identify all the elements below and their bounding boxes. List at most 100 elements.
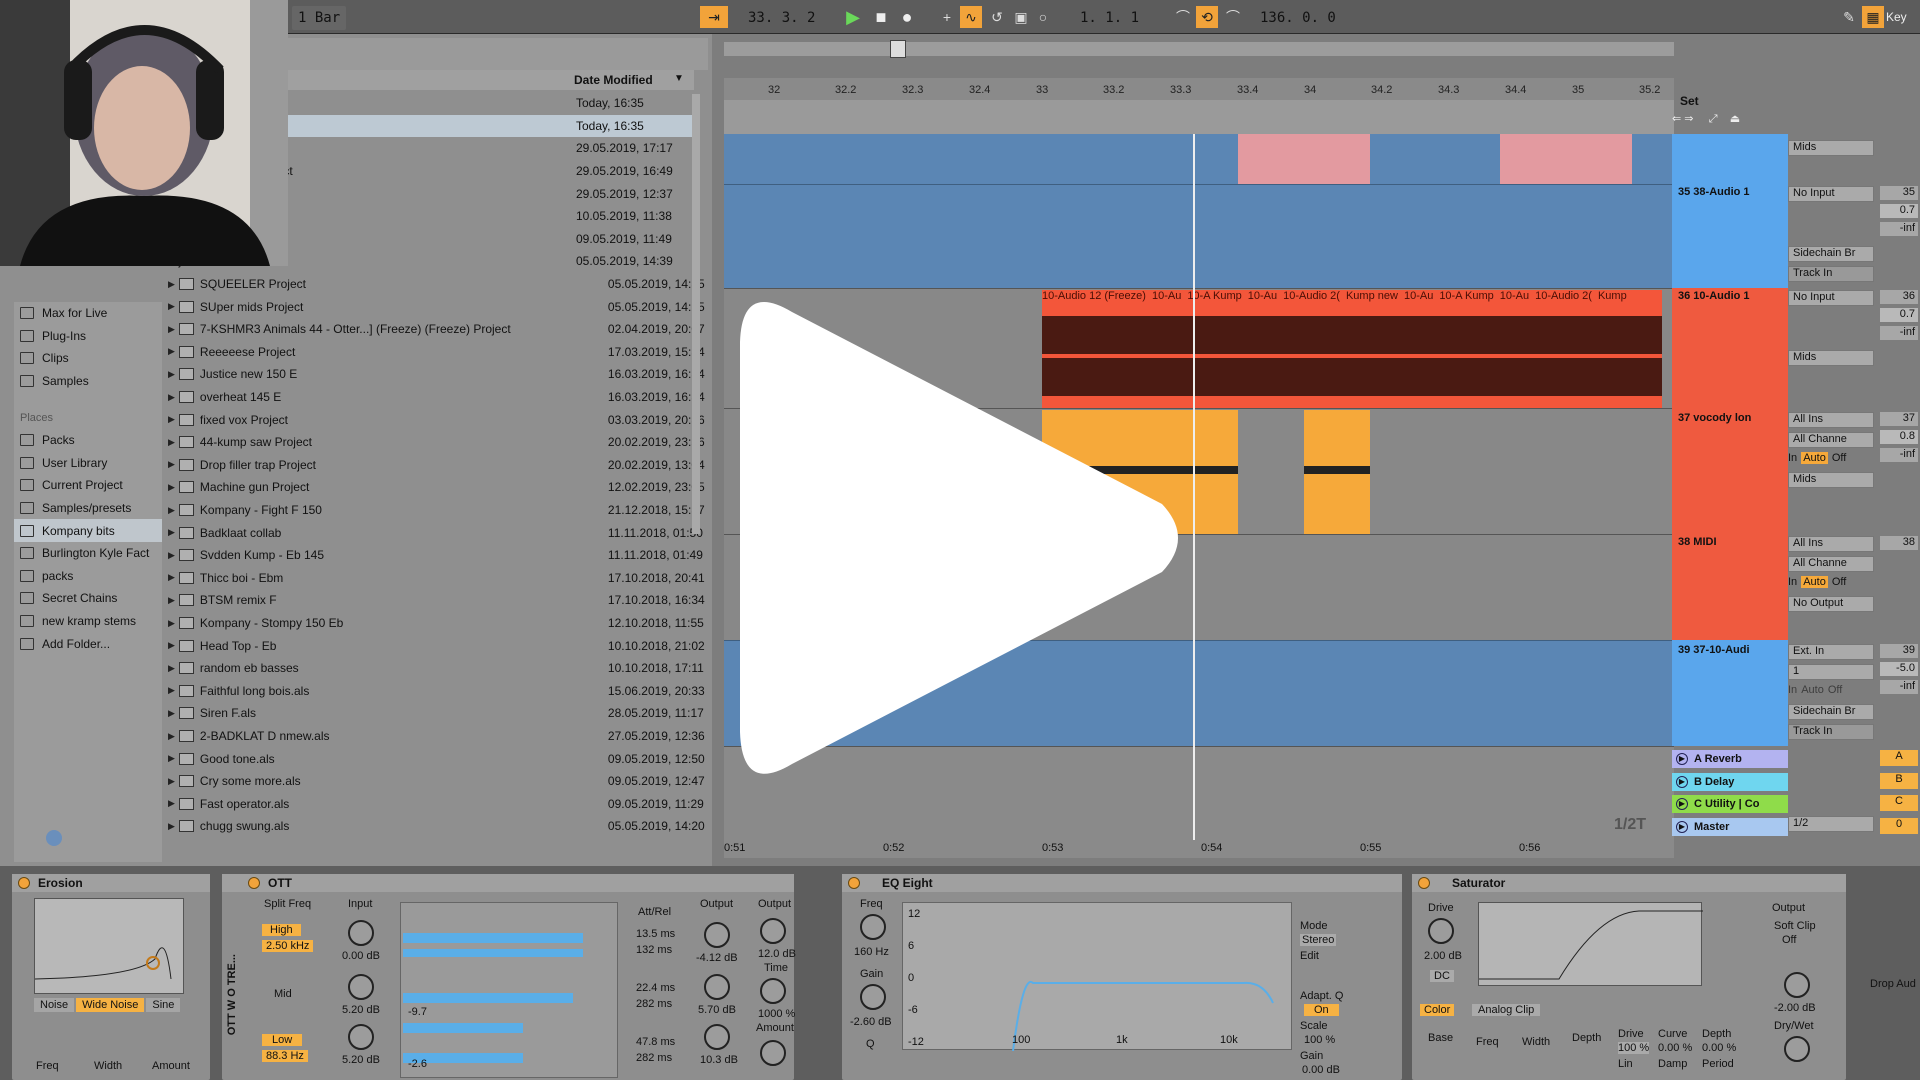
expand-icon[interactable]: ▶ bbox=[168, 821, 175, 832]
power-icon[interactable] bbox=[1418, 877, 1430, 889]
expand-icon[interactable]: ▶ bbox=[168, 618, 175, 629]
trackin-39[interactable]: Track In bbox=[1788, 724, 1874, 740]
clip-name[interactable]: 10-A Kump bbox=[1187, 290, 1241, 302]
fold-icon[interactable]: ▶ bbox=[1676, 775, 1688, 788]
place-1[interactable]: User Library bbox=[14, 452, 162, 475]
ott-header[interactable]: OTT bbox=[222, 874, 794, 892]
volume-37[interactable]: 0.8 bbox=[1880, 430, 1918, 444]
expand-icon[interactable]: ▶ bbox=[168, 369, 175, 380]
output-low-knob[interactable] bbox=[704, 1024, 730, 1050]
file-row[interactable]: ▶ Kompany - Stompy 150 Eb 12.10.2018, 11:5… bbox=[164, 612, 704, 635]
file-row[interactable]: ▶ 7-KSHMR3 Animals 44 - Otter...] (Freeze… bbox=[164, 318, 705, 341]
expand-icon[interactable]: ▶ bbox=[168, 550, 175, 561]
sat-output-knob[interactable] bbox=[1784, 972, 1810, 998]
expand-icon[interactable]: ▶ bbox=[168, 346, 175, 357]
expand-icon[interactable]: ▶ bbox=[168, 527, 175, 538]
expand-icon[interactable]: ▶ bbox=[168, 731, 175, 742]
file-row[interactable]: ▶ Justice new 150 E 16.03.2019, 16:34 bbox=[164, 363, 705, 386]
file-row[interactable]: ▶ Svdden Kump - Eb 145 11.11.2018, 01:49 bbox=[164, 544, 703, 567]
collection-0[interactable]: Max for Live bbox=[14, 302, 162, 325]
monitor-38[interactable]: In Auto Off bbox=[1788, 576, 1846, 588]
loop-length-display[interactable]: 136. 0. 0 bbox=[1254, 6, 1342, 30]
file-row[interactable]: ▶ Machine gun Project 12.02.2019, 23:05 bbox=[164, 476, 705, 499]
rel-high[interactable]: 132 ms bbox=[636, 944, 672, 956]
channel-39[interactable]: 1 bbox=[1788, 664, 1874, 680]
channel-38[interactable]: All Channe bbox=[1788, 556, 1874, 572]
power-icon[interactable] bbox=[18, 877, 30, 889]
power-icon[interactable] bbox=[848, 877, 860, 889]
key-map-button[interactable]: Key bbox=[1886, 10, 1907, 24]
clip-name[interactable]: 10-A Kump bbox=[1439, 290, 1493, 302]
volume-39[interactable]: -5.0 bbox=[1880, 662, 1918, 676]
output-37[interactable]: Mids bbox=[1788, 472, 1874, 488]
file-row[interactable]: ▶ Faithful long bois.als 15.06.2019, 20:33 bbox=[164, 680, 705, 703]
color-button[interactable]: Color bbox=[1420, 1004, 1455, 1016]
track-lane-35[interactable] bbox=[724, 184, 1674, 288]
loop-switch-icon[interactable]: ⟲ bbox=[1196, 6, 1218, 28]
erosion-modes[interactable]: Noise Wide Noise Sine bbox=[34, 998, 181, 1012]
att-mid[interactable]: 22.4 ms bbox=[636, 982, 675, 994]
eq-out-gain-value[interactable]: 0.00 dB bbox=[1302, 1064, 1340, 1076]
capture-icon[interactable]: ▣ bbox=[1010, 6, 1032, 28]
att-low[interactable]: 47.8 ms bbox=[636, 1036, 675, 1048]
amount-knob[interactable] bbox=[760, 1040, 786, 1066]
high-freq-value[interactable]: 2.50 kHz bbox=[262, 940, 314, 952]
adaptq-toggle[interactable]: On bbox=[1304, 1004, 1339, 1016]
file-row[interactable]: ▶ Kompany - Fight F 150 21.12.2018, 15:37 bbox=[164, 499, 705, 522]
type-select[interactable]: Analog Clip bbox=[1472, 1004, 1541, 1016]
file-row[interactable]: ▶ SUper mids Project 05.05.2019, 14:25 bbox=[164, 295, 705, 318]
ott-meter-display[interactable] bbox=[400, 902, 618, 1078]
scale-value[interactable]: 100 % bbox=[1304, 1034, 1335, 1046]
file-row[interactable]: ▶ Reeeeese Project 17.03.2019, 15:34 bbox=[164, 341, 705, 364]
fold-icon[interactable]: ▶ bbox=[1676, 753, 1688, 765]
video-play-icon[interactable] bbox=[732, 282, 1194, 794]
drywet-knob[interactable] bbox=[1784, 1036, 1810, 1062]
loop-start-display[interactable]: 1. 1. 1 bbox=[1074, 6, 1146, 30]
erosion-display[interactable] bbox=[34, 898, 184, 994]
place-4[interactable]: Kompany bits bbox=[14, 519, 162, 542]
clip-name[interactable]: 10-Au bbox=[1404, 290, 1433, 302]
strip-38[interactable] bbox=[1672, 534, 1788, 640]
time-ruler[interactable]: 0:51 0:52 0:53 0:54 0:55 0:56 bbox=[724, 840, 1674, 858]
softclip-toggle[interactable]: Off bbox=[1782, 934, 1796, 946]
input-high-knob[interactable] bbox=[348, 920, 374, 946]
fold-icon[interactable]: ▶ bbox=[1676, 820, 1688, 833]
low-freq-value[interactable]: 88.3 Hz bbox=[262, 1050, 308, 1062]
pan-37[interactable]: -inf bbox=[1880, 448, 1918, 462]
expand-icon[interactable]: ▶ bbox=[168, 437, 175, 448]
file-row[interactable]: ▶ Head Top - Eb 10.10.2018, 21:02 bbox=[164, 634, 705, 657]
clip-name[interactable]: 10-Audio 2( bbox=[1283, 290, 1340, 302]
place-8[interactable]: new kramp stems bbox=[14, 610, 162, 633]
clip-name[interactable]: 10-Au bbox=[1248, 290, 1277, 302]
automation-arm-icon[interactable]: ∿ bbox=[960, 6, 982, 28]
place-7[interactable]: Secret Chains bbox=[14, 587, 162, 610]
strip-37[interactable] bbox=[1672, 408, 1788, 534]
sidechain-39[interactable]: Sidechain Br bbox=[1788, 704, 1874, 720]
output-high-knob[interactable] bbox=[704, 922, 730, 948]
att-high[interactable]: 13.5 ms bbox=[636, 928, 675, 940]
mode-select[interactable]: Stereo bbox=[1300, 934, 1337, 946]
file-row[interactable]: ▶ Fast operator.als 09.05.2019, 11:29 bbox=[164, 793, 704, 816]
overview-strip[interactable] bbox=[724, 42, 1674, 56]
midi-clip-2[interactable] bbox=[1304, 410, 1370, 534]
dc-button[interactable]: DC bbox=[1430, 970, 1454, 982]
position-display[interactable]: 33. 3. 2 bbox=[742, 6, 822, 30]
saturator-header[interactable]: Saturator bbox=[1412, 874, 1846, 892]
record-icon[interactable]: ● bbox=[896, 6, 918, 28]
expand-icon[interactable]: ▶ bbox=[168, 595, 175, 606]
monitor-35[interactable]: Sidechain Br bbox=[1788, 246, 1874, 262]
file-row[interactable]: ▶ Cry some more.als 09.05.2019, 12:47 bbox=[164, 770, 705, 793]
master-quantize[interactable]: 1/2 bbox=[1788, 816, 1874, 832]
drop-audio-effects[interactable]: Drop Aud bbox=[1870, 978, 1916, 990]
input-35[interactable]: No Input bbox=[1788, 186, 1874, 202]
session-record-icon[interactable]: ○ bbox=[1032, 6, 1054, 28]
browser-search-area[interactable] bbox=[288, 38, 708, 70]
monitor-37[interactable]: In Auto Off bbox=[1788, 452, 1846, 464]
input-37[interactable]: All Ins bbox=[1788, 412, 1874, 428]
curve-value[interactable]: 0.00 % bbox=[1658, 1042, 1692, 1054]
return-track[interactable]: B Delay ▶ B bbox=[1672, 772, 1918, 793]
strip-top[interactable] bbox=[1672, 134, 1788, 184]
return-track[interactable]: A Reverb ▶ A bbox=[1672, 750, 1918, 770]
quantize-select[interactable]: 1 Bar bbox=[292, 6, 347, 30]
file-row[interactable]: ▶ fixed vox Project 03.03.2019, 20:36 bbox=[164, 408, 705, 431]
